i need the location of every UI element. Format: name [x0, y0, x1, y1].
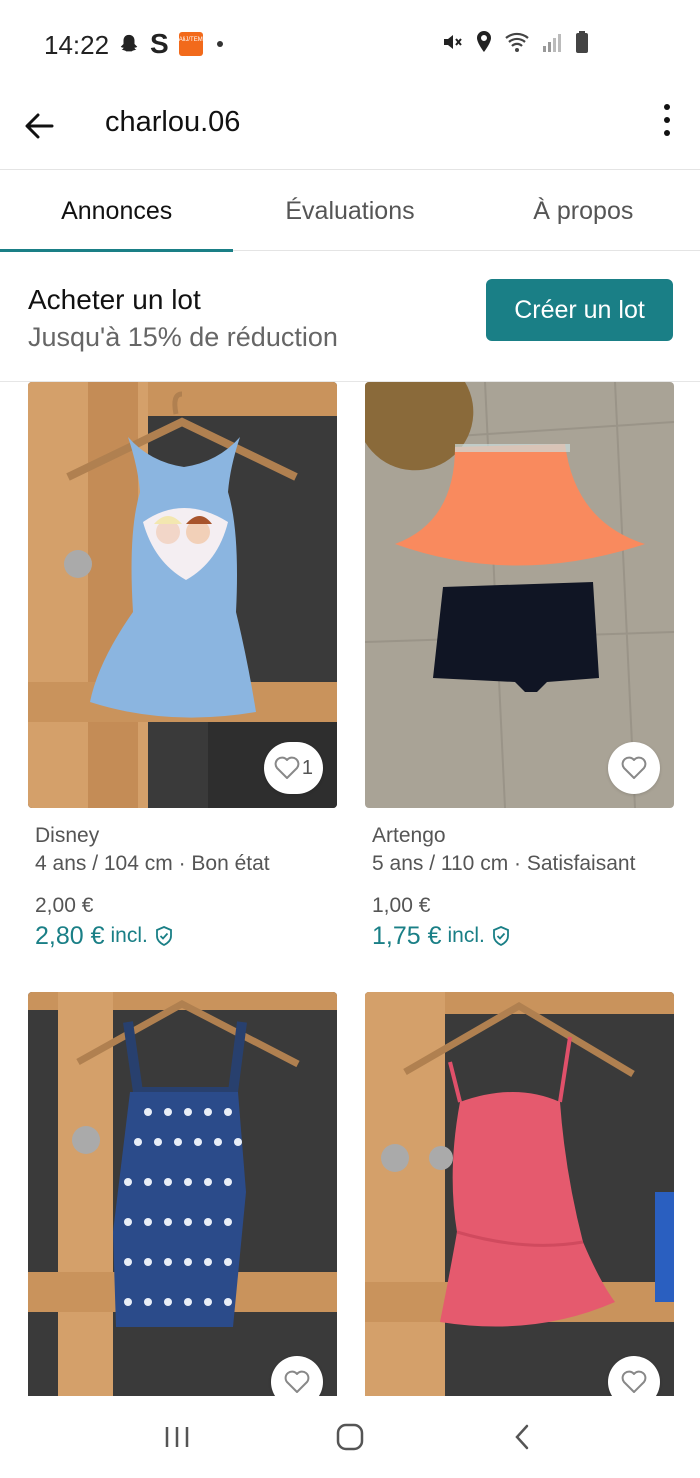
item-meta: 5 ans / 110 cm · Satisfaisant [372, 852, 636, 875]
profile-tabs: Annonces Évaluations À propos [0, 171, 700, 252]
more-vertical-icon-dot [664, 117, 670, 123]
ghost-icon [120, 34, 138, 52]
battery-icon [576, 31, 588, 53]
heart-icon [284, 1370, 310, 1393]
home-button[interactable] [330, 1417, 370, 1457]
item-price-incl: 2,80 € incl. [35, 920, 335, 952]
item-photo[interactable] [365, 992, 674, 1396]
incl-label: incl. [447, 924, 485, 947]
status-right-icons [440, 30, 590, 54]
heart-icon [621, 756, 647, 779]
item-image [365, 992, 674, 1396]
more-vertical-icon [664, 104, 670, 110]
bundle-title: Acheter un lot [28, 284, 201, 315]
shield-check-icon [155, 926, 172, 947]
item-image [28, 992, 337, 1396]
more-options-button[interactable] [660, 100, 674, 140]
item-price-incl-value: 1,75 € [372, 922, 442, 950]
item-brand: Artengo [372, 824, 446, 847]
status-left-icons: S AliJ/TEMU [118, 30, 223, 58]
heart-icon [274, 756, 300, 779]
s-app-icon: S [150, 28, 169, 59]
wifi-icon [505, 32, 529, 52]
bundle-banner: Acheter un lot Jusqu'à 15% de réduction … [0, 252, 700, 382]
back-nav-button[interactable] [503, 1417, 543, 1457]
item-photo[interactable] [365, 382, 674, 808]
recent-apps-button[interactable] [157, 1417, 197, 1457]
recent-apps-icon [165, 1427, 188, 1447]
status-time: 14:22 [44, 30, 110, 60]
tab-evaluations[interactable]: Évaluations [233, 171, 466, 251]
item-info[interactable]: Artengo 5 ans / 110 cm · Satisfaisant 1,… [372, 822, 672, 952]
favorite-count: 1 [301, 756, 313, 779]
home-icon [336, 1423, 364, 1451]
item-meta: 4 ans / 104 cm · Bon état [35, 852, 270, 875]
system-nav-bar [0, 1396, 700, 1478]
create-bundle-button[interactable]: Créer un lot [486, 279, 673, 341]
tab-a-propos[interactable]: À propos [467, 171, 700, 251]
more-vertical-icon-dot [664, 130, 670, 136]
item-price-incl-value: 2,80 € [35, 922, 105, 950]
shield-check-icon [492, 926, 509, 947]
item-info[interactable]: Disney 4 ans / 104 cm · Bon état 2,00 € … [35, 822, 335, 952]
page-title: charlou.06 [105, 106, 241, 138]
temu-app-icon: AliJ/TEMU [178, 32, 207, 56]
favorite-button[interactable]: 1 [263, 742, 323, 794]
item-price: 2,00 € [35, 894, 94, 917]
back-button[interactable] [20, 106, 60, 146]
arrow-left-icon [25, 113, 54, 139]
item-price-incl: 1,75 € incl. [372, 920, 672, 952]
item-photo[interactable]: 1 [28, 382, 337, 808]
heart-icon [621, 1370, 647, 1393]
item-photo[interactable] [28, 992, 337, 1396]
item-brand: Disney [35, 824, 100, 847]
signal-icon [543, 34, 561, 52]
status-bar: 14:22 S AliJ/TEMU [0, 0, 700, 88]
mute-icon [444, 35, 462, 49]
tab-annonces[interactable]: Annonces [0, 171, 234, 252]
item-price: 1,00 € [372, 894, 431, 917]
app-bar: charlou.06 [0, 88, 700, 170]
bundle-subtitle: Jusqu'à 15% de réduction [28, 322, 338, 352]
notification-dot-icon [216, 41, 223, 47]
location-icon [477, 31, 491, 52]
favorite-button[interactable] [608, 742, 660, 794]
back-nav-icon [515, 1424, 529, 1450]
incl-label: incl. [110, 924, 148, 947]
